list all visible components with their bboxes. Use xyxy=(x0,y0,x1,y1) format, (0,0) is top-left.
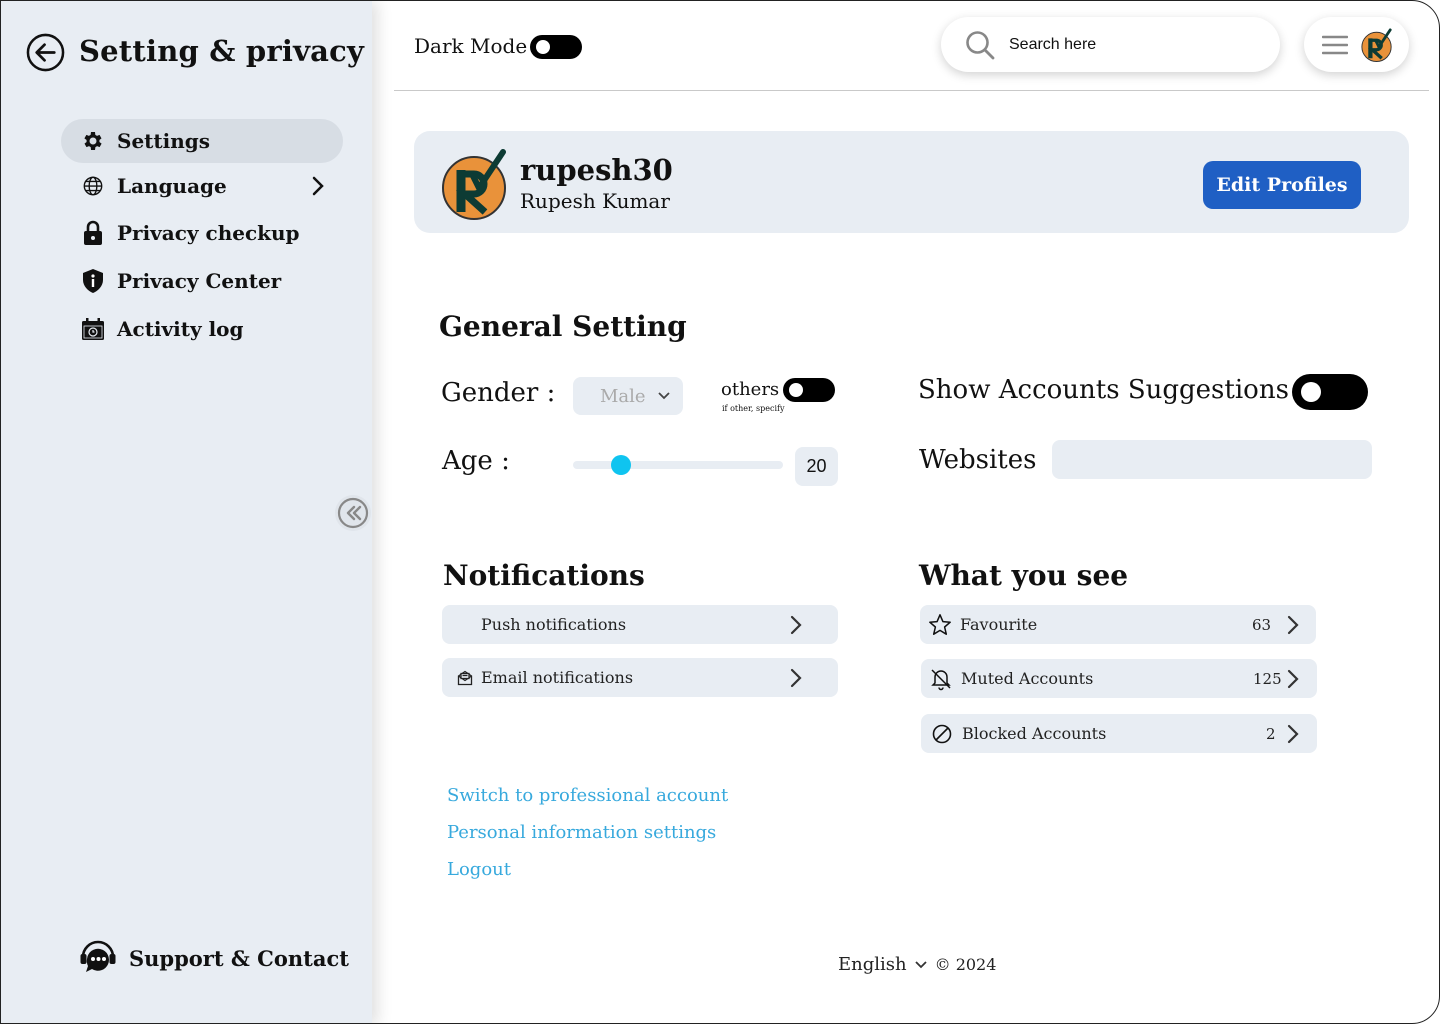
gear-icon xyxy=(81,129,105,153)
bell-off-icon xyxy=(929,667,953,691)
sidebar-item-label: Privacy Center xyxy=(117,269,282,293)
sidebar-item-privacy-center[interactable]: Privacy Center xyxy=(61,259,343,303)
avatar[interactable] xyxy=(441,148,509,220)
search-icon xyxy=(966,30,995,59)
row-label: Favourite xyxy=(960,615,1038,634)
star-icon xyxy=(928,613,952,637)
account-menu[interactable] xyxy=(1304,17,1409,72)
suggestions-toggle[interactable] xyxy=(1292,374,1368,410)
others-toggle[interactable] xyxy=(783,378,835,402)
search-bar[interactable] xyxy=(941,17,1280,72)
websites-input[interactable] xyxy=(1052,440,1372,479)
favourite-row[interactable]: Favourite 63 xyxy=(920,605,1316,644)
chevron-right-icon xyxy=(790,668,802,688)
support-contact-link[interactable]: Support & Contact xyxy=(79,939,349,977)
footer: English © 2024 xyxy=(838,954,996,975)
age-value[interactable]: 20 xyxy=(795,447,838,486)
sidebar-item-privacy-checkup[interactable]: Privacy checkup xyxy=(61,211,343,255)
calendar-icon xyxy=(81,317,105,341)
notifications-title: Notifications xyxy=(443,559,645,592)
chevron-right-icon xyxy=(1287,615,1299,635)
sidebar-item-settings[interactable]: Settings xyxy=(61,119,343,163)
language-selector[interactable]: English xyxy=(838,954,935,975)
age-slider-handle[interactable] xyxy=(611,455,632,475)
chevron-right-icon xyxy=(790,615,802,635)
globe-icon xyxy=(81,174,105,198)
others-hint: if other, specify xyxy=(722,404,785,413)
muted-accounts-row[interactable]: Muted Accounts 125 xyxy=(921,659,1317,698)
favourite-count: 63 xyxy=(1252,615,1272,634)
support-label: Support & Contact xyxy=(129,945,349,971)
gender-value: Male xyxy=(600,385,646,407)
back-arrow-icon[interactable] xyxy=(26,33,65,72)
sidebar-item-activity-log[interactable]: Activity log xyxy=(61,307,343,351)
sidebar-title: Setting & privacy xyxy=(79,34,365,68)
sidebar-item-label: Settings xyxy=(117,129,211,153)
general-setting-title: General Setting xyxy=(439,310,687,343)
muted-count: 125 xyxy=(1253,669,1282,688)
language-label: English xyxy=(838,954,907,975)
profile-full-name: Rupesh Kumar xyxy=(520,189,670,213)
sidebar-item-label: Activity log xyxy=(117,317,244,341)
others-label: others xyxy=(721,379,780,400)
switch-professional-link[interactable]: Switch to professional account xyxy=(447,785,728,806)
gender-select[interactable]: Male xyxy=(573,377,683,415)
chevron-down-icon xyxy=(657,392,670,400)
lock-icon xyxy=(81,220,105,245)
app-window: Setting & privacy Settings Language Priv… xyxy=(0,0,1440,1024)
block-icon xyxy=(930,722,954,746)
row-label: Email notifications xyxy=(481,668,634,687)
gender-label: Gender : xyxy=(441,378,556,408)
sidebar-item-language[interactable]: Language xyxy=(61,164,343,208)
hamburger-menu-icon[interactable] xyxy=(1322,35,1348,55)
sidebar-item-label: Language xyxy=(117,174,227,198)
row-label: Push notifications xyxy=(481,615,627,634)
copyright: © 2024 xyxy=(934,955,997,974)
logout-link[interactable]: Logout xyxy=(447,859,511,880)
what-you-see-title: What you see xyxy=(919,559,1129,592)
double-chevron-left-icon xyxy=(337,497,369,529)
chevron-right-icon xyxy=(1287,669,1299,689)
profile-card: rupesh30 Rupesh Kumar Edit Profiles xyxy=(414,131,1409,233)
row-label: Muted Accounts xyxy=(961,669,1094,688)
dark-mode-toggle[interactable] xyxy=(530,35,582,59)
websites-label: Websites xyxy=(919,445,1037,475)
suggestions-label: Show Accounts Suggestions xyxy=(918,375,1289,405)
blocked-accounts-row[interactable]: Blocked Accounts 2 xyxy=(921,714,1317,753)
header-divider xyxy=(394,90,1429,91)
edit-profile-button[interactable]: Edit Profiles xyxy=(1203,161,1361,209)
chevron-right-icon xyxy=(312,176,324,196)
collapse-sidebar-button[interactable] xyxy=(335,495,371,531)
chevron-right-icon xyxy=(1287,724,1299,744)
blocked-count: 2 xyxy=(1266,724,1276,743)
personal-info-link[interactable]: Personal information settings xyxy=(447,822,716,843)
sidebar: Setting & privacy Settings Language Priv… xyxy=(1,1,372,1023)
sidebar-item-label: Privacy checkup xyxy=(117,221,300,245)
profile-username: rupesh30 xyxy=(520,153,673,187)
email-notifications-row[interactable]: Email notifications xyxy=(442,658,838,697)
chevron-down-icon xyxy=(914,960,927,968)
search-input[interactable] xyxy=(1009,35,1249,54)
shield-info-icon xyxy=(81,269,105,293)
row-label: Blocked Accounts xyxy=(962,724,1107,743)
mail-open-icon xyxy=(457,670,473,686)
avatar[interactable] xyxy=(1360,27,1394,62)
support-chat-icon xyxy=(79,939,117,977)
dark-mode-label: Dark Mode xyxy=(414,34,528,58)
push-notifications-row[interactable]: Push notifications xyxy=(442,605,838,644)
age-label: Age : xyxy=(442,446,510,476)
age-slider[interactable] xyxy=(573,455,783,475)
